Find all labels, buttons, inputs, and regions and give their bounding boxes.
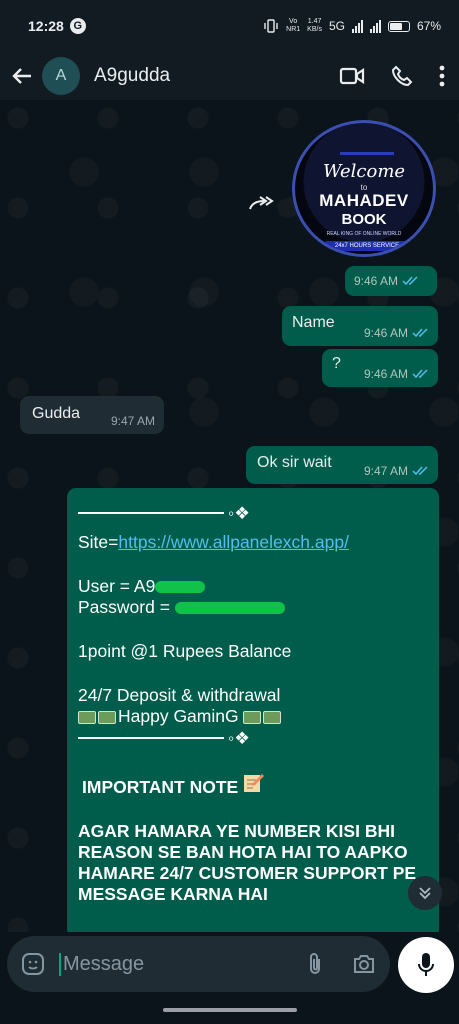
message-time: 9:46 AM	[363, 367, 408, 381]
chat-area[interactable]: Welcome to MAHADEV BOOK REAL KING OF ONL…	[0, 100, 459, 932]
message-meta: 9:46 AM	[364, 326, 430, 340]
volte-indicator: Vo NR1	[286, 18, 300, 34]
google-icon: G	[69, 18, 86, 34]
back-button[interactable]	[8, 62, 36, 90]
composer-actions	[306, 952, 376, 976]
divider-end: ◦❖	[228, 502, 250, 523]
video-call-icon[interactable]	[339, 66, 365, 86]
volte-top: Vo	[289, 18, 298, 25]
attach-icon[interactable]	[306, 952, 324, 976]
site-link[interactable]: https://www.allpanelexch.app/	[118, 532, 349, 552]
net-speed: 1.47 KB/s	[307, 18, 322, 34]
password-label: Password =	[78, 597, 175, 617]
site-row: Site=https://www.allpanelexch.app/	[78, 532, 428, 553]
media-sticker[interactable]: Welcome to MAHADEV BOOK REAL KING OF ONL…	[292, 120, 436, 257]
details-message-bubble[interactable]: ◦❖ Site=https://www.allpanelexch.app/ Us…	[67, 488, 439, 932]
sticker-service: 24x7 HOURS SERVICE	[325, 241, 409, 251]
battery-percent: 67%	[416, 19, 441, 33]
system-nav-bar	[0, 996, 459, 1024]
chevron-double-down-icon	[419, 887, 431, 900]
message-input-container[interactable]: Message	[7, 936, 390, 992]
message-meta: 9:47 AM	[364, 464, 430, 478]
sticker-emblem	[340, 125, 394, 155]
read-ticks-icon	[412, 369, 428, 379]
signal-icon	[351, 19, 363, 33]
status-time: 12:28	[28, 18, 64, 34]
money-icon	[98, 710, 116, 724]
read-ticks-icon	[412, 466, 428, 476]
money-icon	[263, 710, 282, 724]
volte-bottom: NR1	[286, 26, 301, 33]
header-actions	[339, 65, 445, 87]
message-text: Ok sir wait	[257, 454, 332, 471]
message-text: Name	[292, 314, 335, 331]
message-time: 9:47 AM	[110, 414, 155, 428]
user-label: User = A9	[78, 576, 156, 596]
money-icon	[243, 710, 262, 724]
message-text: Gudda	[32, 405, 81, 422]
chat-header: A A9gudda	[0, 52, 459, 100]
network-type: 5G	[328, 19, 345, 33]
divider-line: ◦❖	[78, 502, 428, 524]
message-meta: 9:47 AM	[111, 414, 155, 428]
contact-name[interactable]: A9gudda	[94, 65, 170, 87]
read-ticks-icon	[412, 328, 428, 338]
read-ticks-icon	[402, 276, 418, 286]
user-row: User = A9	[78, 576, 428, 597]
sticker-icon[interactable]	[21, 952, 45, 976]
camera-icon[interactable]	[352, 953, 376, 975]
back-arrow-icon	[12, 68, 31, 84]
message-time-bubble[interactable]: 9:46 AM	[345, 266, 437, 296]
avatar-letter: A	[55, 67, 67, 84]
divider-end: ◦❖	[228, 727, 250, 748]
message-time: 9:46 AM	[363, 326, 408, 340]
voice-call-icon[interactable]	[391, 65, 413, 87]
happy-gaming-row: Happy GaminG	[78, 706, 428, 727]
net-speed-unit: KB/s	[307, 26, 322, 33]
scroll-to-bottom-button[interactable]	[408, 876, 442, 910]
redaction-blot	[174, 602, 285, 615]
forward-icon[interactable]	[248, 195, 274, 211]
sticker-brand-top: MAHADEV	[319, 191, 409, 210]
note-title: IMPORTANT NOTE	[82, 777, 239, 797]
message-time: 9:47 AM	[363, 464, 408, 478]
happy-text: Happy GaminG	[118, 706, 239, 726]
mic-button[interactable]	[398, 937, 454, 993]
message-bubble[interactable]: Name 9:46 AM	[282, 306, 438, 346]
site-prefix: Site=	[78, 532, 119, 552]
sticker-welcome: Welcome	[322, 161, 406, 182]
message-bubble[interactable]: Ok sir wait 9:47 AM	[246, 446, 438, 484]
message-meta: 9:46 AM	[364, 367, 430, 381]
note-body: AGAR HAMARA YE NUMBER KISI BHI REASON SE…	[78, 821, 417, 904]
deposit-text: 24/7 Deposit & withdrawal	[78, 685, 281, 705]
mic-icon	[418, 953, 434, 976]
more-options-icon[interactable]	[439, 65, 445, 87]
message-bubble-incoming[interactable]: Gudda 9:47 AM	[20, 396, 164, 434]
message-time: 9:46 AM	[354, 274, 399, 288]
sticker-brand-bottom: BOOK	[341, 211, 387, 228]
memo-icon	[244, 774, 265, 792]
vibrate-icon	[264, 19, 278, 33]
net-speed-value: 1.47	[307, 18, 322, 25]
status-icons: Vo NR1 1.47 KB/s 5G 67%	[263, 18, 441, 34]
message-input[interactable]: Message	[59, 952, 144, 976]
composer: Message	[0, 932, 459, 996]
important-note-row: IMPORTANT NOTE	[82, 773, 428, 798]
message-bubble[interactable]: ? 9:46 AM	[322, 349, 438, 387]
divider-line: ◦❖	[78, 727, 428, 749]
signal-icon-2	[369, 19, 381, 33]
message-meta: 9:46 AM	[354, 274, 420, 288]
message-text: ?	[332, 355, 341, 372]
password-row: Password =	[78, 597, 428, 618]
sticker-tagline: REAL KING OF ONLINE WORLD	[326, 231, 402, 237]
home-indicator[interactable]	[163, 1008, 297, 1012]
battery-icon	[387, 20, 410, 32]
status-bar: 12:28 G Vo NR1 1.47 KB/s 5G 67%	[0, 0, 459, 52]
redaction-blot	[155, 581, 206, 594]
points-text: 1point @1 Rupees Balance	[78, 641, 292, 661]
avatar[interactable]: A	[42, 57, 80, 95]
money-icon	[78, 710, 96, 724]
